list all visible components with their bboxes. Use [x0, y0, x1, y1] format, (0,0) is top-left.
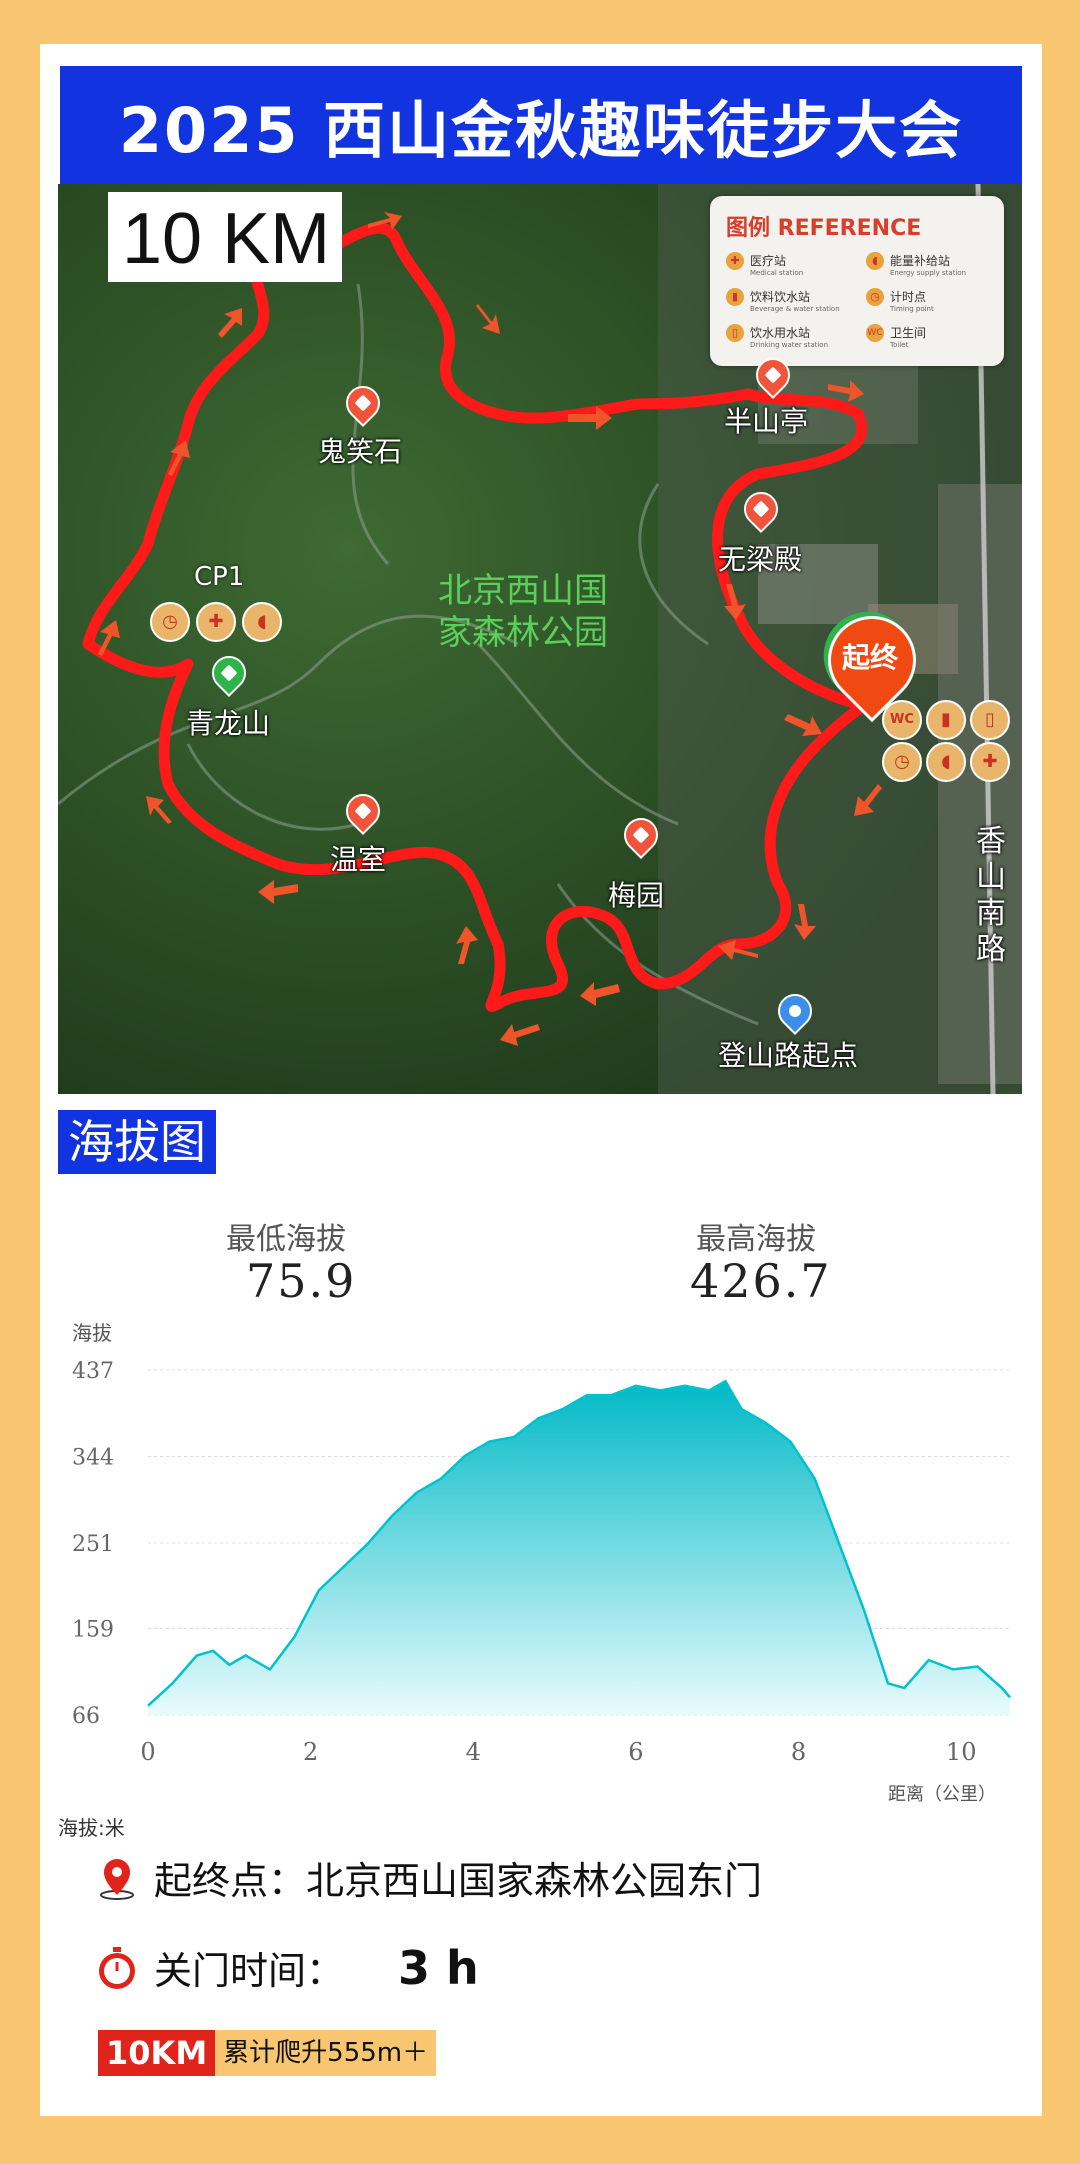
x-tick-label: 0: [140, 1738, 155, 1766]
section-title: 海拔图: [58, 1110, 216, 1174]
stopwatch-icon: [94, 1945, 140, 1991]
x-tick-label: 6: [628, 1738, 643, 1766]
climb-tag: 累计爬升555m＋: [215, 2030, 437, 2076]
close-time-value: 3 h: [398, 1940, 479, 1995]
timer-icon: ◷: [150, 602, 190, 642]
elevation-chart: 海拔 距离（公里） 437 344 251 159 66 0 2 4 6 8 10: [58, 1310, 1022, 1810]
y-tick-label: 251: [72, 1532, 114, 1557]
legend-heading: 图例 REFERENCE: [726, 216, 922, 241]
road-label: 香山南路: [976, 824, 1006, 967]
medical-icon: ✚: [196, 602, 236, 642]
y-axis-label: 海拔: [72, 1321, 112, 1345]
legend-item-toilet: WC 卫生间 Toilet: [866, 324, 927, 349]
x-tick-label: 10: [946, 1738, 977, 1766]
max-elevation-value: 426.7: [690, 1254, 832, 1308]
x-axis-label: 距离（公里）: [888, 1784, 996, 1805]
place-dengshanlu: 登山路起点: [718, 1039, 859, 1072]
place-wenshi: 温室: [330, 843, 387, 876]
summary-tags: 10KM 累计爬升555m＋: [98, 2030, 437, 2076]
toilet-icon: WC: [866, 324, 884, 342]
route-map: 10 KM 图例 REFERENCE ✚ 医疗站 Medical station …: [58, 184, 1022, 1094]
legend-item-medical: ✚ 医疗站 Medical station: [726, 252, 803, 277]
y-tick-label: 437: [72, 1359, 114, 1384]
unit-note: 海拔:米: [58, 1816, 125, 1840]
medical-icon: ✚: [726, 252, 744, 270]
place-wuliangdian: 无梁殿: [718, 543, 803, 576]
water-icon: ▯: [970, 700, 1010, 740]
place-qinglongshan: 青龙山: [186, 707, 271, 740]
x-tick-label: 4: [466, 1738, 481, 1766]
energy-icon: ◖: [242, 602, 282, 642]
y-tick-label: 344: [72, 1445, 114, 1470]
legend-item-water: ▯ 饮水用水站 Drinking water station: [726, 324, 828, 349]
y-tick-label: 66: [72, 1704, 100, 1729]
energy-icon: ◖: [926, 742, 966, 782]
x-tick-label: 2: [303, 1738, 318, 1766]
y-tick-label: 159: [72, 1618, 114, 1643]
place-park: 北京西山国家森林公园: [438, 571, 608, 653]
toilet-icon: WC: [882, 700, 922, 740]
x-tick-label: 8: [791, 1738, 806, 1766]
place-banshanting: 半山亭: [724, 405, 809, 438]
distance-tag: 10KM: [98, 2030, 216, 2076]
legend-item-timer: ◷ 计时点 Timing point: [866, 288, 934, 313]
close-time-row: 关门时间： 3 h: [94, 1940, 479, 1995]
checkpoint-label: CP1: [194, 562, 245, 592]
medical-icon: ✚: [970, 742, 1010, 782]
beverage-icon: ▮: [926, 700, 966, 740]
place-meiyuan: 梅园: [608, 879, 665, 912]
timer-icon: ◷: [882, 742, 922, 782]
close-time-label: 关门时间：: [154, 1949, 345, 1993]
beverage-icon: ▮: [726, 288, 744, 306]
location-pin-icon: [94, 1855, 140, 1901]
water-icon: ▯: [726, 324, 744, 342]
min-elevation-label: 最低海拔: [226, 1222, 346, 1257]
energy-icon: ◖: [866, 252, 884, 270]
page-title: 2025 西山金秋趣味徒步大会: [60, 66, 1022, 184]
map-legend: 图例 REFERENCE ✚ 医疗站 Medical station ◖ 能量补给…: [710, 196, 1004, 366]
distance-badge: 10 KM: [108, 192, 343, 282]
start-end-label: 起终: [841, 641, 898, 674]
legend-item-energy: ◖ 能量补给站 Energy supply station: [866, 252, 966, 277]
place-guixiaoshi: 鬼笑石: [318, 435, 403, 468]
min-elevation-value: 75.9: [246, 1254, 357, 1308]
start-point-text: 起终点：北京西山国家森林公园东门: [154, 1859, 763, 1903]
timer-icon: ◷: [866, 288, 884, 306]
legend-item-beverage: ▮ 饮料饮水站 Beverage & water station: [726, 288, 840, 313]
max-elevation-label: 最高海拔: [696, 1222, 816, 1257]
elevation-chart-svg: 海拔 距离（公里） 437 344 251 159 66 0 2 4 6 8 10: [72, 1321, 1011, 1805]
start-point-row: 起终点：北京西山国家森林公园东门: [94, 1850, 762, 1905]
